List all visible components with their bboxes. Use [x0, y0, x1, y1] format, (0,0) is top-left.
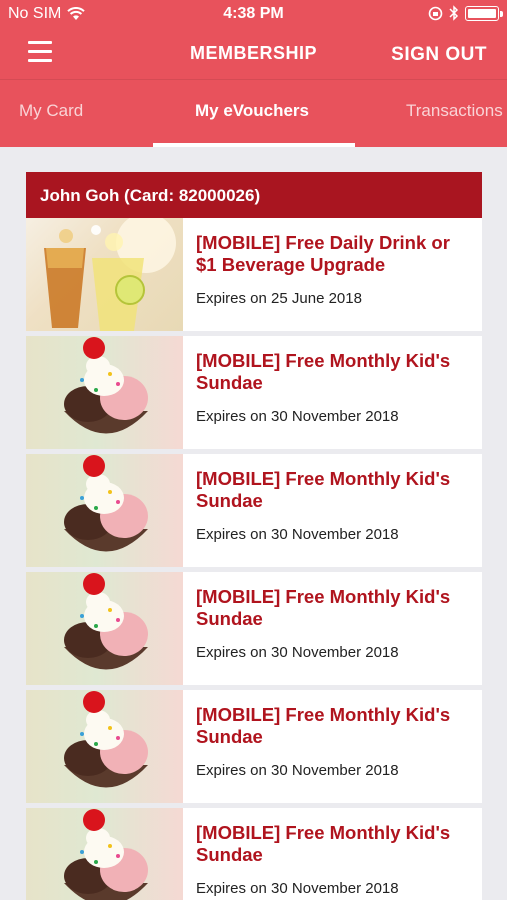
battery-icon [465, 5, 503, 21]
voucher-item[interactable]: [MOBILE] Free Monthly Kid's Sundae Expir… [26, 336, 482, 449]
voucher-item[interactable]: [MOBILE] Free Daily Drink or $1 Beverage… [26, 218, 482, 331]
voucher-expiry: Expires on 30 November 2018 [196, 880, 399, 897]
sundae-image [26, 808, 183, 900]
active-tab-indicator [153, 143, 355, 147]
drink-image [26, 218, 183, 331]
voucher-expiry: Expires on 30 November 2018 [196, 408, 399, 425]
tab-transactions[interactable]: Transactions [406, 101, 503, 121]
sundae-image [26, 336, 183, 449]
voucher-title: [MOBILE] Free Monthly Kid's Sundae [196, 704, 451, 747]
voucher-title: [MOBILE] Free Monthly Kid's Sundae [196, 468, 451, 511]
voucher-title: [MOBILE] Free Monthly Kid's Sundae [196, 586, 451, 629]
voucher-item[interactable]: [MOBILE] Free Monthly Kid's Sundae Expir… [26, 808, 482, 900]
voucher-title: [MOBILE] Free Monthly Kid's Sundae [196, 350, 451, 393]
voucher-item[interactable]: [MOBILE] Free Monthly Kid's Sundae Expir… [26, 690, 482, 803]
sign-out-button[interactable]: SIGN OUT [391, 44, 487, 66]
voucher-expiry: Expires on 30 November 2018 [196, 526, 399, 543]
sundae-image [26, 572, 183, 685]
status-bar: No SIM 4:38 PM [0, 0, 507, 28]
sundae-image [26, 690, 183, 803]
voucher-expiry: Expires on 30 November 2018 [196, 644, 399, 661]
tab-bar: My Card My eVouchers Transactions [0, 80, 507, 147]
card-holder-header: John Goh (Card: 82000026) [26, 172, 482, 218]
voucher-expiry: Expires on 25 June 2018 [196, 290, 362, 307]
voucher-item[interactable]: [MOBILE] Free Monthly Kid's Sundae Expir… [26, 572, 482, 685]
top-bar: No SIM 4:38 PM MEMBERSHIP SIGN OUT My Ca… [0, 0, 507, 147]
voucher-card: John Goh (Card: 82000026) [MOBILE] Free … [26, 172, 482, 900]
bluetooth-icon [449, 5, 459, 21]
orientation-lock-icon [428, 6, 443, 20]
tab-my-card[interactable]: My Card [19, 101, 83, 121]
voucher-item[interactable]: [MOBILE] Free Monthly Kid's Sundae Expir… [26, 454, 482, 567]
voucher-expiry: Expires on 30 November 2018 [196, 762, 399, 779]
voucher-title: [MOBILE] Free Monthly Kid's Sundae [196, 822, 451, 865]
voucher-title: [MOBILE] Free Daily Drink or $1 Beverage… [196, 232, 450, 275]
tab-my-evouchers[interactable]: My eVouchers [195, 101, 309, 121]
sundae-image [26, 454, 183, 567]
